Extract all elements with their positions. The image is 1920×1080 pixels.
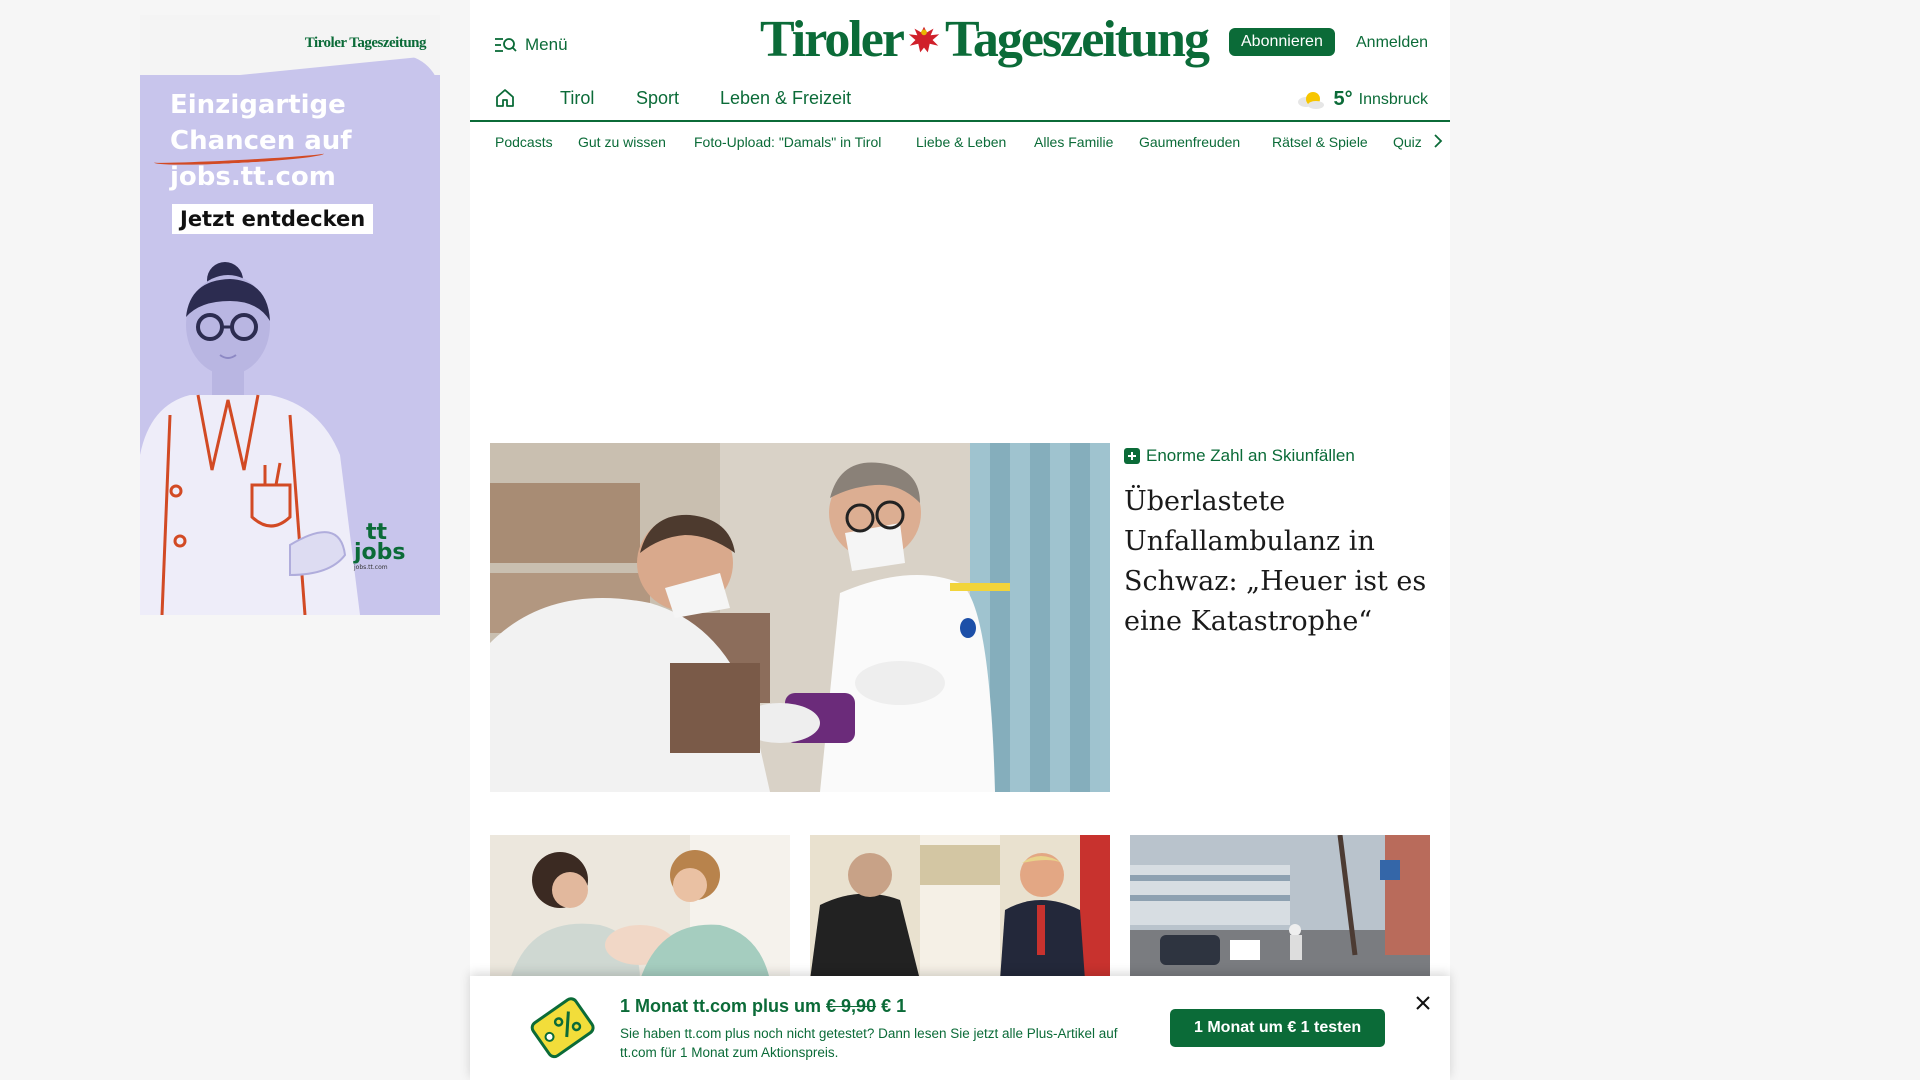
hero-headline[interactable]: Überlastete Unfallambulanz in Schwaz: „H… [1124,482,1429,642]
promo-description: Sie haben tt.com plus noch nicht geteste… [620,1026,1118,1060]
nav-item-tirol[interactable]: Tirol [560,88,594,109]
weather-widget[interactable]: 5° Innsbruck [1296,88,1428,111]
subscribe-button[interactable]: Abonnieren [1229,28,1335,56]
tyrol-eagle-icon [908,26,940,52]
hero-kicker[interactable]: Enorme Zahl an Skiunfällen [1124,446,1355,466]
nav-item-sport[interactable]: Sport [636,88,679,109]
menu-search-icon [495,38,517,52]
ad-banner-jobs[interactable]: Tiroler Tageszeitung Einzigartige Chance… [140,15,440,615]
subnav-item-liebe-leben[interactable]: Liebe & Leben [916,134,1006,150]
ad-brand-jobs: jobs [354,540,406,565]
teaser-image-3[interactable] [1130,835,1430,980]
subnav-item-raetsel-spiele[interactable]: Rätsel & Spiele [1272,134,1368,150]
weather-temperature: 5° [1333,88,1353,110]
discount-tag-icon [530,997,595,1059]
home-icon[interactable] [494,87,516,109]
ad-headline: Einzigartige Chancen auf jobs.tt.com [170,87,352,195]
promo-trial-button[interactable]: 1 Monat um € 1 testen [1170,1009,1386,1047]
teaser-image-1[interactable] [490,835,790,980]
login-link[interactable]: Anmelden [1356,34,1428,52]
promo-old-price: € 9,90 [826,996,877,1016]
ad-tt-jobs-logo: tt jobs jobs.tt.com [354,522,406,573]
subnav-item-foto-upload[interactable]: Foto-Upload: "Damals" in Tirol [694,134,881,150]
plus-icon [1124,448,1140,464]
sun-cloud-icon [1297,91,1324,109]
subnav-item-alles-familie[interactable]: Alles Familie [1034,134,1113,150]
sub-nav: Podcasts Gut zu wissen Foto-Upload: "Dam… [470,124,1450,160]
main-nav: Tirol Sport Leben & Freizeit 5° Innsbruc… [470,80,1450,122]
menu-button[interactable]: Menü [494,35,568,55]
subnav-item-podcasts[interactable]: Podcasts [495,134,553,150]
logo-text-tageszeitung: Tageszeitung [944,11,1210,68]
close-icon[interactable] [1414,994,1432,1012]
promo-title-prefix: 1 Monat tt.com plus um [620,996,822,1016]
logo-text-tiroler: Tiroler [760,11,905,68]
subnav-item-quiz[interactable]: Quiz [1393,134,1422,150]
subnav-item-gut-zu-wissen[interactable]: Gut zu wissen [578,134,666,150]
teaser-image-2[interactable] [810,835,1110,980]
site-header: Menü Tiroler Tageszeitung Abonnieren Anm… [470,0,1450,80]
main-column: Menü Tiroler Tageszeitung Abonnieren Anm… [470,0,1450,1080]
nav-item-leben-freizeit[interactable]: Leben & Freizeit [720,88,851,109]
hero-image[interactable] [490,443,1110,792]
promo-title: 1 Monat tt.com plus um € 9,90 € 1 [620,996,906,1017]
menu-label: Menü [525,35,568,54]
subnav-item-gaumenfreuden[interactable]: Gaumenfreuden [1139,134,1240,150]
promo-banner: 1 Monat tt.com plus um € 9,90 € 1 Sie ha… [470,976,1450,1080]
ad-headline-line: Einzigartige [170,90,346,120]
promo-new-price: € 1 [881,996,907,1016]
hero-kicker-text: Enorme Zahl an Skiunfällen [1146,446,1355,465]
ad-logo: Tiroler Tageszeitung [304,35,427,51]
chevron-right-icon[interactable] [1432,132,1444,150]
site-logo[interactable]: Tiroler Tageszeitung [760,10,1210,69]
ad-cta-button[interactable]: Jetzt entdecken [172,204,374,234]
weather-city: Innsbruck [1358,90,1428,108]
